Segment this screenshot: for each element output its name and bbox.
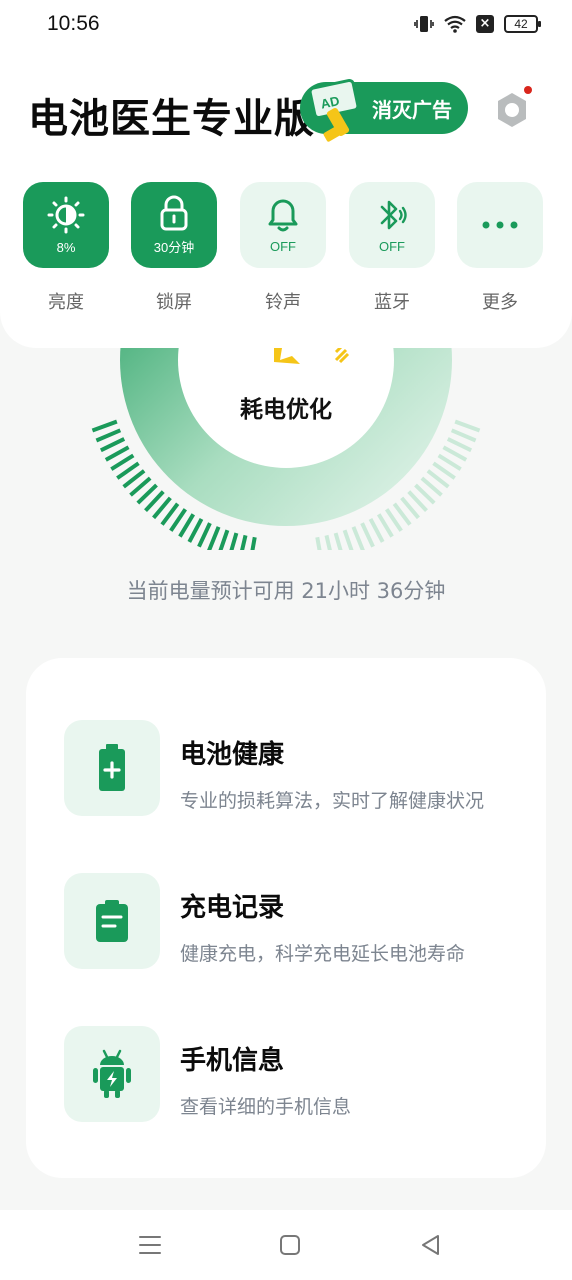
gauge-tick (197, 522, 212, 548)
notification-dot (524, 86, 532, 94)
quick-setting-ringtone[interactable]: OFF 铃声 (239, 182, 327, 314)
feature-desc: 健康充电，科学充电延长电池寿命 (180, 943, 466, 965)
brightness-label: 亮度 (48, 292, 84, 313)
feature-phone-info[interactable]: 手机信息 查看详细的手机信息 (64, 1026, 524, 1122)
gauge-tick (351, 526, 365, 550)
battery-plus-icon (99, 744, 125, 791)
gauge-label: 耗电优化 (240, 397, 332, 423)
quick-setting-brightness[interactable]: 8% 亮度 (22, 182, 110, 314)
feature-icon-box (64, 1026, 160, 1122)
battery-icon: 42 (504, 15, 541, 33)
quick-setting-more[interactable]: 更多 (456, 182, 544, 314)
gauge-tick (207, 526, 221, 550)
gauge-tick (104, 445, 130, 462)
bell-icon (268, 199, 298, 231)
home-icon[interactable] (277, 1232, 303, 1258)
features-card: 电池健康 专业的损耗算法，实时了解健康状况 充电记录 健康充电，科学充电延长电池… (26, 658, 546, 1178)
gauge-tick (229, 532, 239, 550)
quick-settings-row: 8% 亮度 30分钟 锁屏 OFF 铃声 OFF 蓝牙 更多 (22, 182, 552, 322)
feature-icon-box (64, 873, 160, 969)
gauge-tick (342, 529, 354, 550)
ringtone-value: OFF (270, 238, 296, 254)
bluetooth-icon (380, 200, 407, 229)
gauge-tick (187, 517, 204, 543)
lock-icon (160, 195, 188, 230)
gauge-tick (218, 529, 230, 550)
gauge-tick (368, 517, 385, 543)
gauge-tick (315, 536, 322, 550)
lock-value: 30分钟 (153, 239, 195, 255)
feature-title: 手机信息 (180, 1046, 285, 1076)
header-card: 电池医生专业版 消灭广告 AD 8% 亮度 30分钟 锁屏 OFF 铃声 OFF… (0, 0, 572, 348)
more-label: 更多 (482, 292, 518, 313)
gauge-tick (250, 536, 257, 550)
feature-desc: 专业的损耗算法，实时了解健康状况 (180, 790, 485, 812)
feature-desc: 查看详细的手机信息 (180, 1096, 352, 1118)
brightness-value: 8% (56, 239, 76, 255)
wifi-icon (444, 15, 466, 33)
feature-title: 电池健康 (180, 740, 285, 770)
settings-gear-icon[interactable] (490, 88, 534, 132)
status-icons: × 42 (414, 14, 541, 34)
back-icon[interactable] (418, 1232, 444, 1258)
status-time: 10:56 (47, 12, 100, 35)
vibrate-icon (414, 16, 434, 32)
status-bar: 10:56 × 42 (0, 0, 572, 52)
ringtone-tile[interactable]: OFF (240, 182, 326, 268)
x-icon: × (476, 15, 494, 33)
gauge-tick (333, 532, 343, 550)
android-icon (93, 1049, 131, 1098)
brightness-icon (47, 196, 85, 233)
quick-setting-lock[interactable]: 30分钟 锁屏 (130, 182, 218, 314)
navigation-bar (0, 1210, 572, 1280)
gauge-tick (240, 534, 248, 550)
page-title: 电池医生专业版 (28, 96, 315, 142)
feature-title: 充电记录 (180, 893, 285, 923)
ad-broom-icon: AD (308, 78, 360, 142)
gauge-tick (450, 428, 477, 443)
gauge-tick (446, 437, 473, 453)
gauge-tick (360, 522, 375, 548)
bluetooth-tile[interactable]: OFF (349, 182, 435, 268)
ringtone-label: 铃声 (265, 292, 301, 313)
battery-gauge[interactable] (0, 330, 572, 550)
more-tile[interactable] (457, 182, 543, 268)
bluetooth-label: 蓝牙 (374, 292, 410, 313)
gauge-tick (95, 428, 122, 443)
clipboard-icon (96, 900, 128, 942)
feature-battery-health[interactable]: 电池健康 专业的损耗算法，实时了解健康状况 (64, 720, 524, 816)
brightness-tile[interactable]: 8% (23, 182, 109, 268)
battery-estimate: 当前电量预计可用 21小时 36分钟 (126, 579, 446, 603)
gauge-tick (442, 445, 468, 462)
lock-label: 锁屏 (156, 292, 192, 313)
lock-tile[interactable]: 30分钟 (131, 182, 217, 268)
feature-icon-box (64, 720, 160, 816)
feature-charge-records[interactable]: 充电记录 健康充电，科学充电延长电池寿命 (64, 873, 524, 969)
quick-setting-bluetooth[interactable]: OFF 蓝牙 (348, 182, 436, 314)
more-icon (482, 221, 518, 229)
gauge-tick (324, 534, 332, 550)
gauge-tick (99, 437, 126, 453)
bluetooth-value: OFF (379, 238, 405, 254)
menu-icon[interactable] (137, 1232, 163, 1258)
